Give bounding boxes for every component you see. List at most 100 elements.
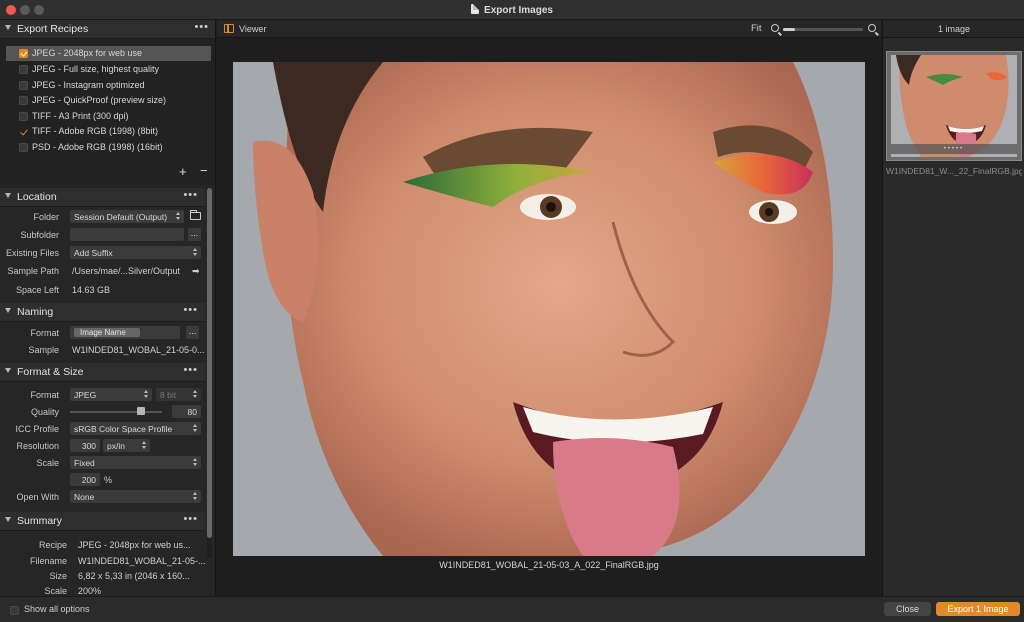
preview-photo[interactable]: [233, 62, 865, 556]
quality-slider-thumb[interactable]: [137, 407, 146, 415]
naming-format-row: Format Image Name ...: [0, 325, 205, 340]
close-button[interactable]: Close: [884, 602, 931, 616]
more-options-icon[interactable]: •••: [183, 364, 198, 376]
more-options-icon[interactable]: •••: [183, 304, 198, 316]
more-options-icon[interactable]: •••: [194, 21, 209, 33]
document-icon: [471, 4, 480, 14]
open-with-select[interactable]: None: [70, 490, 201, 503]
resolution-row: Resolution 300 px/in: [0, 438, 205, 453]
recipe-checkbox[interactable]: [19, 143, 28, 152]
summary-recipe-row: Recipe JPEG - 2048px for web us...: [0, 537, 205, 552]
recipe-checkbox[interactable]: [19, 127, 28, 136]
more-options-icon[interactable]: •••: [183, 513, 198, 525]
reveal-arrow-icon[interactable]: ➡: [192, 266, 200, 277]
chevron-down-icon[interactable]: [5, 308, 11, 313]
recipe-item[interactable]: JPEG - Instagram optimized: [6, 78, 211, 93]
folder-icon[interactable]: [190, 210, 201, 220]
more-options-icon[interactable]: •••: [183, 189, 198, 201]
export-button[interactable]: Export 1 Image: [936, 602, 1020, 616]
field-label: Quality: [30, 407, 59, 417]
scrollbar-thumb[interactable]: [207, 188, 212, 538]
format-token-chip[interactable]: Image Name: [74, 328, 140, 337]
quality-input[interactable]: 80: [172, 405, 201, 418]
summary-filename-row: Filename W1INDED81_WOBAL_21-05-...: [0, 553, 206, 568]
chevron-down-icon[interactable]: [5, 25, 11, 30]
naming-format-input[interactable]: Image Name: [70, 326, 180, 339]
viewer-header: Viewer Fit: [217, 20, 881, 38]
recipe-checkbox[interactable]: [19, 81, 28, 90]
zoom-fit-label[interactable]: Fit: [751, 23, 762, 34]
chevron-updown-icon: [176, 212, 181, 221]
field-label: Resolution: [16, 441, 59, 451]
chevron-down-icon[interactable]: [5, 368, 11, 373]
export-recipes-header[interactable]: Export Recipes •••: [0, 20, 215, 39]
add-recipe-button[interactable]: +: [179, 164, 187, 179]
sample-path-row: Sample Path /Users/mae/...Silver/Output …: [0, 263, 205, 278]
recipe-label: TIFF - Adobe RGB (1998) (8bit): [32, 126, 159, 136]
section-title: Format & Size: [17, 366, 84, 378]
recipe-checkbox[interactable]: [19, 96, 28, 105]
select-value: px/in: [107, 441, 125, 451]
show-all-options-label[interactable]: Show all options: [24, 604, 90, 614]
recipe-item[interactable]: JPEG - 2048px for web use: [6, 46, 211, 61]
format-size-header[interactable]: Format & Size •••: [0, 363, 205, 382]
chevron-down-icon[interactable]: [5, 517, 11, 522]
subfolder-input[interactable]: [70, 228, 184, 241]
summary-recipe-value: JPEG - 2048px for web us...: [78, 540, 191, 550]
naming-options-button[interactable]: ...: [186, 326, 199, 339]
summary-scale-row: Scale 200%: [0, 583, 205, 596]
folder-select[interactable]: Session Default (Output): [70, 210, 184, 223]
scale-select[interactable]: Fixed: [70, 456, 201, 469]
input-value: 80: [187, 407, 197, 417]
subfolder-options-button[interactable]: ...: [188, 228, 201, 241]
section-title: Location: [17, 191, 57, 203]
recipe-checkbox[interactable]: [19, 49, 28, 58]
zoom-in-icon[interactable]: [868, 24, 876, 32]
thumbnail-rating-bar[interactable]: •••••: [891, 144, 1017, 154]
field-label: Filename: [29, 556, 67, 566]
viewer-area: W1INDED81_WOBAL_21-05-03_A_022_FinalRGB.…: [217, 38, 881, 596]
chevron-down-icon[interactable]: [5, 193, 11, 198]
zoom-slider[interactable]: [783, 28, 863, 31]
summary-header[interactable]: Summary •••: [0, 512, 205, 531]
naming-sample-row: Sample W1INDED81_WOBAL_21-05-0...: [0, 342, 205, 357]
thumbnail-filename: W1INDED81_W..._22_FinalRGB.jpg: [886, 166, 1022, 176]
recipe-item[interactable]: TIFF - Adobe RGB (1998) (8bit): [6, 124, 211, 139]
resolution-unit-select[interactable]: px/in: [103, 439, 150, 452]
recipe-item[interactable]: PSD - Adobe RGB (1998) (16bit): [6, 140, 211, 155]
quality-row: Quality 80: [0, 404, 205, 419]
show-all-options-checkbox[interactable]: [10, 606, 19, 615]
scrollbar[interactable]: [207, 188, 212, 558]
thumbnail-illustration: [891, 55, 1017, 157]
location-header[interactable]: Location •••: [0, 188, 205, 207]
recipe-label: JPEG - Full size, highest quality: [32, 64, 160, 74]
quality-slider[interactable]: [70, 411, 162, 413]
format-select[interactable]: JPEG: [70, 388, 152, 401]
summary-filename-value: W1INDED81_WOBAL_21-05-...: [78, 556, 206, 566]
space-left-value: 14.63 GB: [72, 285, 111, 295]
field-label: Folder: [33, 212, 59, 222]
select-value: None: [74, 492, 95, 502]
recipe-item[interactable]: JPEG - QuickProof (preview size): [6, 93, 211, 108]
recipe-label: PSD - Adobe RGB (1998) (16bit): [32, 142, 163, 152]
recipe-checkbox[interactable]: [19, 65, 28, 74]
naming-header[interactable]: Naming •••: [0, 303, 205, 322]
field-label: Sample: [28, 345, 59, 355]
icc-profile-row: ICC Profile sRGB Color Space Profile: [0, 421, 205, 436]
recipe-item[interactable]: TIFF - A3 Print (300 dpi): [6, 109, 211, 124]
thumbnail-item[interactable]: •••••: [886, 51, 1022, 161]
thumbnail-image[interactable]: [891, 55, 1017, 157]
recipe-checkbox[interactable]: [19, 112, 28, 121]
section-title: Export Recipes: [17, 23, 89, 35]
resolution-input[interactable]: 300: [70, 439, 100, 452]
summary-size-value: 6,82 x 5,33 in (2046 x 160...: [78, 571, 190, 581]
input-value: 300: [81, 441, 96, 451]
subfolder-row: Subfolder ...: [0, 227, 205, 242]
icc-profile-select[interactable]: sRGB Color Space Profile: [70, 422, 201, 435]
scale-percent-input[interactable]: 200: [70, 473, 100, 486]
remove-recipe-button[interactable]: −: [200, 163, 208, 178]
zoom-out-icon[interactable]: [771, 24, 779, 32]
existing-files-select[interactable]: Add Suffix: [70, 246, 201, 259]
recipe-item[interactable]: JPEG - Full size, highest quality: [6, 62, 211, 77]
bit-depth-select[interactable]: 8 bit: [156, 388, 201, 401]
